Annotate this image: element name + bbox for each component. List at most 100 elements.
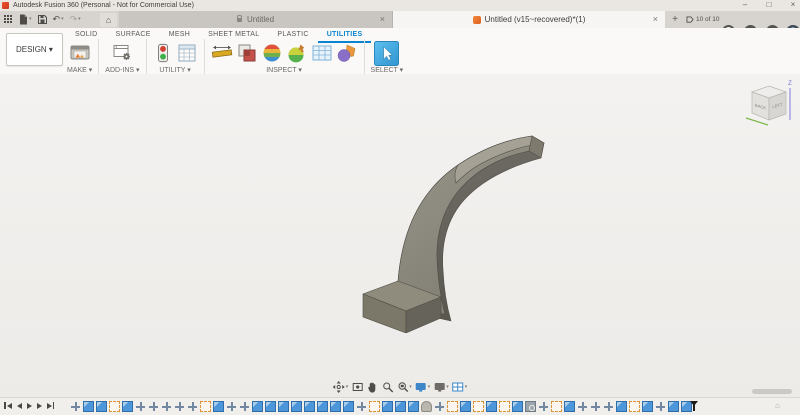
modeling-canvas[interactable]: Z BACK LEFT ▾ [0,74,800,398]
data-panel-home-button[interactable]: ⌂ [100,13,117,27]
timeline-feature-box[interactable] [642,401,653,412]
timeline-feature-move[interactable] [161,401,172,412]
timeline-feature-box[interactable] [460,401,471,412]
timeline-feature-move[interactable] [577,401,588,412]
timeline-feature-ground[interactable] [525,401,536,412]
timeline-position-marker[interactable] [690,401,698,412]
step-forward-button[interactable] [37,403,42,409]
timeline-feature-sketch[interactable] [629,401,640,412]
group-label-utility[interactable]: UTILITY ▾ [159,66,190,74]
timeline-feature-box[interactable] [291,401,302,412]
redo-button[interactable]: ↷ ▾ [70,15,81,24]
timeline-feature-box[interactable] [122,401,133,412]
timeline-feature-box[interactable] [486,401,497,412]
timeline-feature-sketch[interactable] [447,401,458,412]
timeline-feature-box[interactable] [96,401,107,412]
step-back-button[interactable] [17,403,22,409]
look-at-button[interactable] [351,381,363,393]
play-button[interactable] [27,403,32,409]
timeline-feature-sketch[interactable] [369,401,380,412]
timeline-feature-move[interactable] [148,401,159,412]
timeline-zoom-handle[interactable] [752,389,792,394]
timeline-feature-box[interactable] [668,401,679,412]
timeline-feature-box[interactable] [213,401,224,412]
document-tab-untitled[interactable]: Untitled × [119,11,393,28]
timeline-feature-move[interactable] [538,401,549,412]
center-of-mass-icon[interactable] [336,42,358,64]
grids-snaps-button[interactable]: ▾ [433,381,449,393]
measure-icon[interactable] [211,42,233,64]
timeline-feature-box[interactable] [343,401,354,412]
orbit-button[interactable]: ▾ [333,381,349,393]
workspace-selector[interactable]: DESIGN ▾ [6,33,63,66]
minimize-button[interactable]: – [740,0,750,10]
app-grid-icon[interactable] [4,15,13,24]
timeline-feature-move[interactable] [590,401,601,412]
timeline-feature-loft[interactable] [421,401,432,412]
tab-close-icon[interactable]: × [380,14,385,24]
tab-surface[interactable]: SURFACE [107,30,160,41]
timeline-feature-sketch[interactable] [200,401,211,412]
timeline-feature-move[interactable] [187,401,198,412]
3d-model-arch[interactable] [350,118,550,333]
viewcube[interactable]: Z BACK LEFT [740,78,796,134]
timeline-feature-box[interactable] [252,401,263,412]
new-tab-button[interactable]: + [668,13,682,26]
timeline-feature-move[interactable] [174,401,185,412]
timeline-feature-move[interactable] [226,401,237,412]
maximize-button[interactable]: □ [764,0,774,10]
timeline-home-icon[interactable]: ⌂ [775,401,780,411]
fit-button[interactable]: ▾ [396,381,412,393]
timeline-feature-move[interactable] [603,401,614,412]
group-label-add-ins[interactable]: ADD-INS ▾ [105,66,139,74]
timeline-feature-box[interactable] [382,401,393,412]
draft-analysis-icon[interactable] [286,42,308,64]
group-label-select[interactable]: SELECT ▾ [371,66,404,74]
curvature-analysis-icon[interactable] [261,42,283,64]
timeline-feature-sketch[interactable] [473,401,484,412]
timeline-feature-sketch[interactable] [109,401,120,412]
timeline-feature-move[interactable] [239,401,250,412]
interference-icon[interactable] [236,42,258,64]
select-cursor-icon[interactable] [374,41,399,66]
close-button[interactable]: × [788,0,798,10]
tab-sheet-metal[interactable]: SHEET METAL [199,30,268,41]
timeline-feature-sketch[interactable] [499,401,510,412]
save-button[interactable] [38,15,47,24]
go-to-start-button[interactable] [4,402,12,409]
extensions-badge[interactable]: 10 of 10 [686,13,720,26]
timeline-feature-move[interactable] [70,401,81,412]
tab-mesh[interactable]: MESH [160,30,199,41]
timeline-feature-move[interactable] [434,401,445,412]
3d-print-icon[interactable] [69,42,91,64]
tab-solid[interactable]: SOLID [66,30,107,41]
timeline-feature-move[interactable] [135,401,146,412]
pan-button[interactable] [366,381,378,393]
parameter-panel-icon[interactable] [176,42,198,64]
tab-close-icon[interactable]: × [653,14,658,24]
tab-plastic[interactable]: PLASTIC [268,30,317,41]
timeline-feature-box[interactable] [616,401,627,412]
viewports-button[interactable]: ▾ [452,381,468,393]
timeline-feature-box[interactable] [330,401,341,412]
timeline-feature-move[interactable] [356,401,367,412]
display-settings-button[interactable]: ▾ [415,381,431,393]
timeline-feature-box[interactable] [395,401,406,412]
timeline-feature-box[interactable] [512,401,523,412]
timeline-feature-box[interactable] [265,401,276,412]
scripts-addins-icon[interactable] [111,42,133,64]
group-label-inspect[interactable]: INSPECT ▾ [266,66,302,74]
timeline-feature-box[interactable] [564,401,575,412]
timeline-feature-box[interactable] [317,401,328,412]
timeline-feature-move[interactable] [655,401,666,412]
timeline-feature-box[interactable] [278,401,289,412]
timeline-feature-sketch[interactable] [551,401,562,412]
group-label-make[interactable]: MAKE ▾ [67,66,92,74]
go-to-end-button[interactable] [47,402,55,409]
timeline-feature-box[interactable] [83,401,94,412]
file-menu-button[interactable]: ▾ [19,14,32,25]
timeline-feature-box[interactable] [304,401,315,412]
traffic-light-icon[interactable] [153,42,173,64]
undo-button[interactable]: ↶ ▾ [53,15,64,24]
timeline-feature-box[interactable] [408,401,419,412]
